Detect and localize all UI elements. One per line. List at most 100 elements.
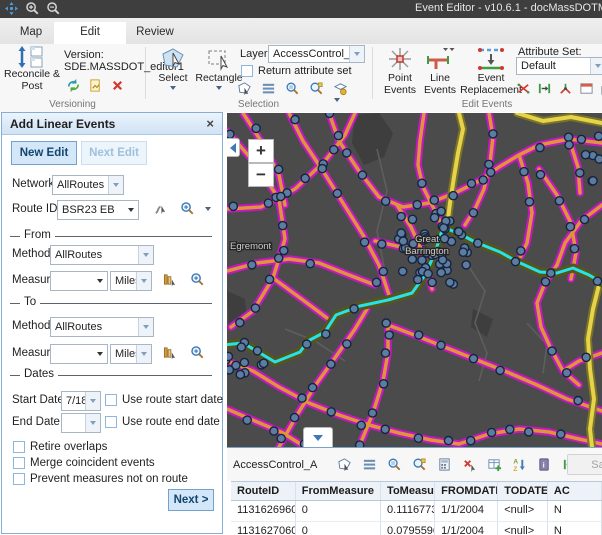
version-label: Version: — [64, 49, 104, 61]
split-event-icon[interactable] — [516, 81, 531, 96]
attribute-set-dropdown[interactable]: Default — [516, 57, 602, 75]
attribute-set-value: Default — [517, 60, 590, 72]
event-replacement-label: Event Replacement — [460, 73, 522, 97]
calculate-field-icon[interactable] — [437, 457, 453, 473]
from-method-dropdown[interactable]: AllRoutes — [50, 245, 154, 265]
from-measure-combo[interactable] — [50, 271, 108, 291]
network-label: Network: — [12, 178, 57, 190]
column-header[interactable]: FromMeasure — [296, 482, 381, 500]
add-record-icon[interactable] — [487, 457, 503, 473]
tab-review[interactable]: Review — [126, 22, 184, 44]
zoom-out-icon[interactable] — [46, 1, 61, 16]
column-header[interactable]: ToMeasure — [381, 482, 435, 500]
end-date-dropdown[interactable] — [61, 413, 101, 433]
save-version-icon[interactable] — [88, 78, 103, 93]
pan-icon[interactable] — [4, 1, 19, 16]
from-method-label: Method: — [12, 248, 54, 260]
zoom-to-measure-icon[interactable] — [190, 345, 205, 360]
to-method-dropdown[interactable]: AllRoutes — [50, 317, 154, 337]
from-measure-tools — [162, 272, 205, 287]
point-events-icon — [387, 46, 413, 72]
save-button[interactable]: Sa — [567, 454, 602, 475]
use-route-end-label: Use route end date — [122, 416, 220, 428]
use-route-end-checkbox[interactable] — [105, 416, 117, 428]
map-zoom-in-button[interactable]: + — [248, 139, 274, 163]
next-edit-button[interactable]: Next Edit — [81, 141, 147, 165]
table-cell: 11316270600 — [231, 522, 296, 535]
sort-records-icon[interactable]: AZ — [512, 457, 528, 473]
layer-value: AccessControl_A — [269, 48, 349, 60]
identify-window-icon[interactable]: i — [537, 457, 553, 473]
tab-edit[interactable]: Edit — [54, 22, 126, 44]
zoom-to-selected-icon[interactable] — [309, 81, 324, 96]
selection-tools — [237, 81, 348, 96]
version-conflicts-icon[interactable] — [66, 78, 81, 93]
from-units-dropdown[interactable]: Miles — [110, 271, 152, 291]
tab-map[interactable]: Map — [8, 22, 54, 44]
pick-measure-on-map-icon[interactable] — [162, 345, 177, 360]
delete-version-icon[interactable] — [110, 78, 125, 93]
selection-list-icon[interactable] — [261, 81, 276, 96]
select-by-polygon-icon[interactable] — [237, 81, 252, 96]
network-dropdown[interactable]: AllRoutes — [52, 175, 124, 195]
close-icon[interactable]: × — [206, 117, 214, 130]
merge-coincident-checkbox[interactable] — [13, 457, 25, 469]
rectangle-tool-button[interactable]: Rectangle — [196, 46, 242, 90]
zoom-to-measure-icon[interactable] — [190, 272, 205, 287]
end-date-label: End Date: — [12, 416, 63, 428]
reconcile-post-button[interactable]: Reconcile & Post — [2, 46, 62, 93]
column-header[interactable]: RouteID — [231, 482, 296, 500]
collapse-panel-button[interactable] — [227, 138, 240, 157]
select-tool-icon — [160, 46, 186, 72]
attribute-window-icon[interactable] — [579, 81, 594, 96]
chevron-down-icon — [313, 435, 323, 441]
new-edit-button[interactable]: New Edit — [11, 141, 77, 165]
add-linear-events-panel: Add Linear Events × New Edit Next Edit N… — [1, 112, 223, 534]
selectable-layers-icon[interactable] — [333, 81, 348, 96]
map-zoom-out-button[interactable]: − — [248, 163, 274, 187]
use-route-start-checkbox[interactable] — [105, 394, 117, 406]
to-section-label: To — [20, 296, 40, 308]
column-header[interactable]: FROMDATE — [435, 482, 498, 500]
route-tools — [153, 201, 195, 216]
map-view[interactable]: EgremontGreatBarrington + − — [227, 113, 602, 447]
to-measure-combo[interactable] — [50, 344, 108, 364]
from-method-value: AllRoutes — [51, 249, 138, 261]
column-header[interactable]: TODATE — [498, 482, 548, 500]
collapse-table-button[interactable] — [303, 427, 333, 447]
table-row[interactable]: 1131627060000.07955961/1/2004<null>N — [231, 522, 602, 535]
return-attribute-checkbox[interactable] — [241, 65, 253, 77]
zoom-in-icon[interactable] — [25, 1, 40, 16]
line-events-button[interactable]: Line Events — [420, 46, 460, 97]
select-by-polygon-icon[interactable] — [337, 457, 353, 473]
next-button[interactable]: Next > — [168, 489, 214, 511]
event-replacement-button[interactable]: Event Replacement — [460, 46, 522, 97]
table-cell: N — [548, 501, 602, 521]
move-event-icon[interactable] — [537, 81, 552, 96]
table-cell: N — [548, 522, 602, 535]
retire-overlaps-checkbox[interactable] — [13, 441, 25, 453]
column-header[interactable]: AC — [548, 482, 602, 500]
zoom-to-selection-icon[interactable] — [387, 457, 403, 473]
zoom-route-caret[interactable] — [205, 207, 211, 211]
layer-dropdown[interactable]: AccessControl_A — [268, 45, 365, 63]
svg-text:Barrington: Barrington — [405, 246, 449, 257]
table-tools: AZ i — [337, 457, 578, 473]
pick-measure-on-map-icon[interactable] — [162, 272, 177, 287]
merge-event-icon[interactable] — [558, 81, 573, 96]
layer-label: Layer: — [240, 48, 271, 60]
select-tool-button[interactable]: Select — [152, 46, 194, 90]
pick-route-on-map-icon[interactable] — [153, 201, 168, 216]
table-row[interactable]: 1131626960000.11167731/1/2004<null>N — [231, 501, 602, 522]
route-id-combo[interactable]: BSR23 EB — [57, 200, 139, 220]
zoom-to-selected-icon[interactable] — [412, 457, 428, 473]
zoom-to-route-icon[interactable] — [180, 201, 195, 216]
point-events-button[interactable]: Point Events — [380, 46, 420, 97]
prevent-measures-checkbox[interactable] — [13, 473, 25, 485]
start-date-dropdown[interactable]: 7/18/ — [61, 391, 101, 411]
selection-list-icon[interactable] — [362, 457, 378, 473]
clear-selection-icon[interactable] — [462, 457, 478, 473]
zoom-to-selection-icon[interactable] — [285, 81, 300, 96]
to-units-dropdown[interactable]: Miles — [110, 344, 152, 364]
svg-text:Great: Great — [415, 234, 439, 245]
